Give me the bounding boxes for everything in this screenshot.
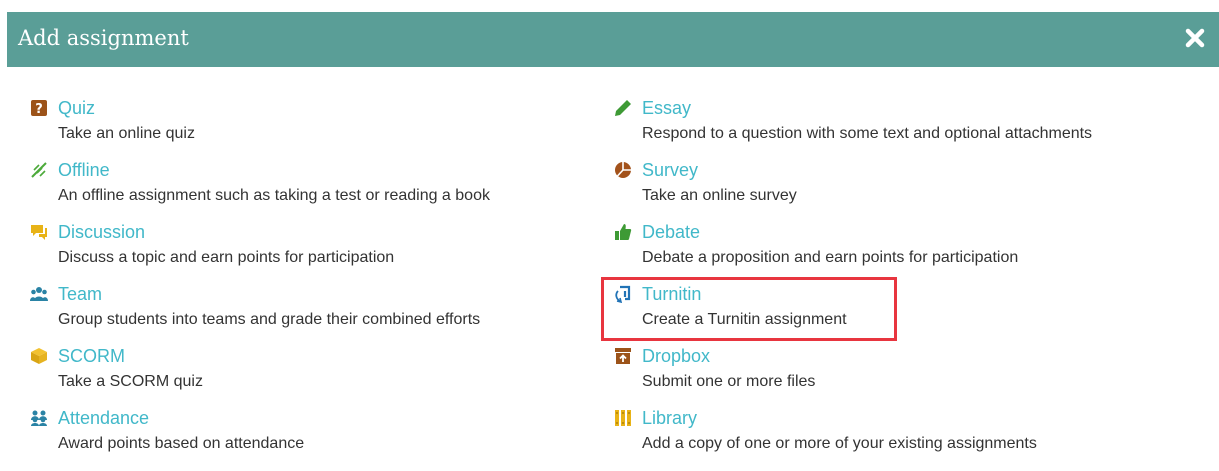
option-team[interactable]: Team Group students into teams and grade… bbox=[30, 284, 610, 334]
discussion-icon bbox=[31, 225, 47, 240]
option-name[interactable]: Dropbox bbox=[642, 346, 710, 367]
dropbox-icon bbox=[615, 348, 631, 364]
option-description: Take an online quiz bbox=[58, 125, 195, 142]
debate-icon bbox=[615, 224, 632, 240]
option-description: Respond to a question with some text and… bbox=[642, 125, 1093, 142]
quiz-icon: ? bbox=[31, 100, 47, 117]
option-description: An offline assignment such as taking a t… bbox=[58, 187, 490, 204]
option-name[interactable]: Library bbox=[642, 408, 697, 429]
option-description: Add a copy of one or more of your existi… bbox=[642, 435, 1037, 452]
option-description: Take a SCORM quiz bbox=[58, 373, 203, 390]
option-dropbox[interactable]: Dropbox Submit one or more files bbox=[614, 346, 1194, 396]
essay-icon bbox=[615, 100, 631, 116]
option-description: Submit one or more files bbox=[642, 373, 816, 390]
option-description: Award points based on attendance bbox=[58, 435, 305, 452]
option-essay[interactable]: Essay Respond to a question with some te… bbox=[614, 98, 1194, 148]
option-description: Group students into teams and grade thei… bbox=[58, 311, 481, 328]
option-name[interactable]: Essay bbox=[642, 98, 691, 119]
team-icon bbox=[30, 287, 48, 301]
scorm-icon bbox=[31, 348, 47, 364]
option-description: Discuss a topic and earn points for part… bbox=[58, 249, 395, 266]
option-name[interactable]: Discussion bbox=[58, 222, 145, 243]
option-discussion[interactable]: Discussion Discuss a topic and earn poin… bbox=[30, 222, 610, 272]
option-name[interactable]: Team bbox=[58, 284, 102, 305]
option-name[interactable]: Debate bbox=[642, 222, 700, 243]
svg-text:?: ? bbox=[35, 102, 43, 117]
option-survey[interactable]: Survey Take an online survey bbox=[614, 160, 1194, 210]
dialog-header: Add assignment bbox=[7, 12, 1219, 67]
turnitin-highlight-box bbox=[601, 277, 897, 341]
option-attendance[interactable]: Attendance Award points based on attenda… bbox=[30, 408, 610, 458]
option-name[interactable]: Offline bbox=[58, 160, 110, 181]
option-debate[interactable]: Debate Debate a proposition and earn poi… bbox=[614, 222, 1194, 272]
option-description: Debate a proposition and earn points for… bbox=[642, 249, 1019, 266]
dialog-title: Add assignment bbox=[18, 26, 189, 50]
offline-icon bbox=[31, 162, 47, 178]
option-description: Take an online survey bbox=[642, 187, 797, 204]
option-name[interactable]: Quiz bbox=[58, 98, 95, 119]
option-offline[interactable]: Offline An offline assignment such as ta… bbox=[30, 160, 610, 210]
library-icon bbox=[615, 410, 631, 426]
option-library[interactable]: Library Add a copy of one or more of you… bbox=[614, 408, 1194, 458]
option-name[interactable]: SCORM bbox=[58, 346, 125, 367]
close-icon[interactable] bbox=[1184, 27, 1206, 49]
attendance-icon bbox=[31, 410, 47, 426]
option-quiz[interactable]: ? Quiz Take an online quiz bbox=[30, 98, 610, 148]
option-name[interactable]: Attendance bbox=[58, 408, 149, 429]
option-scorm[interactable]: SCORM Take a SCORM quiz bbox=[30, 346, 610, 396]
option-name[interactable]: Survey bbox=[642, 160, 698, 181]
survey-icon bbox=[615, 162, 631, 178]
